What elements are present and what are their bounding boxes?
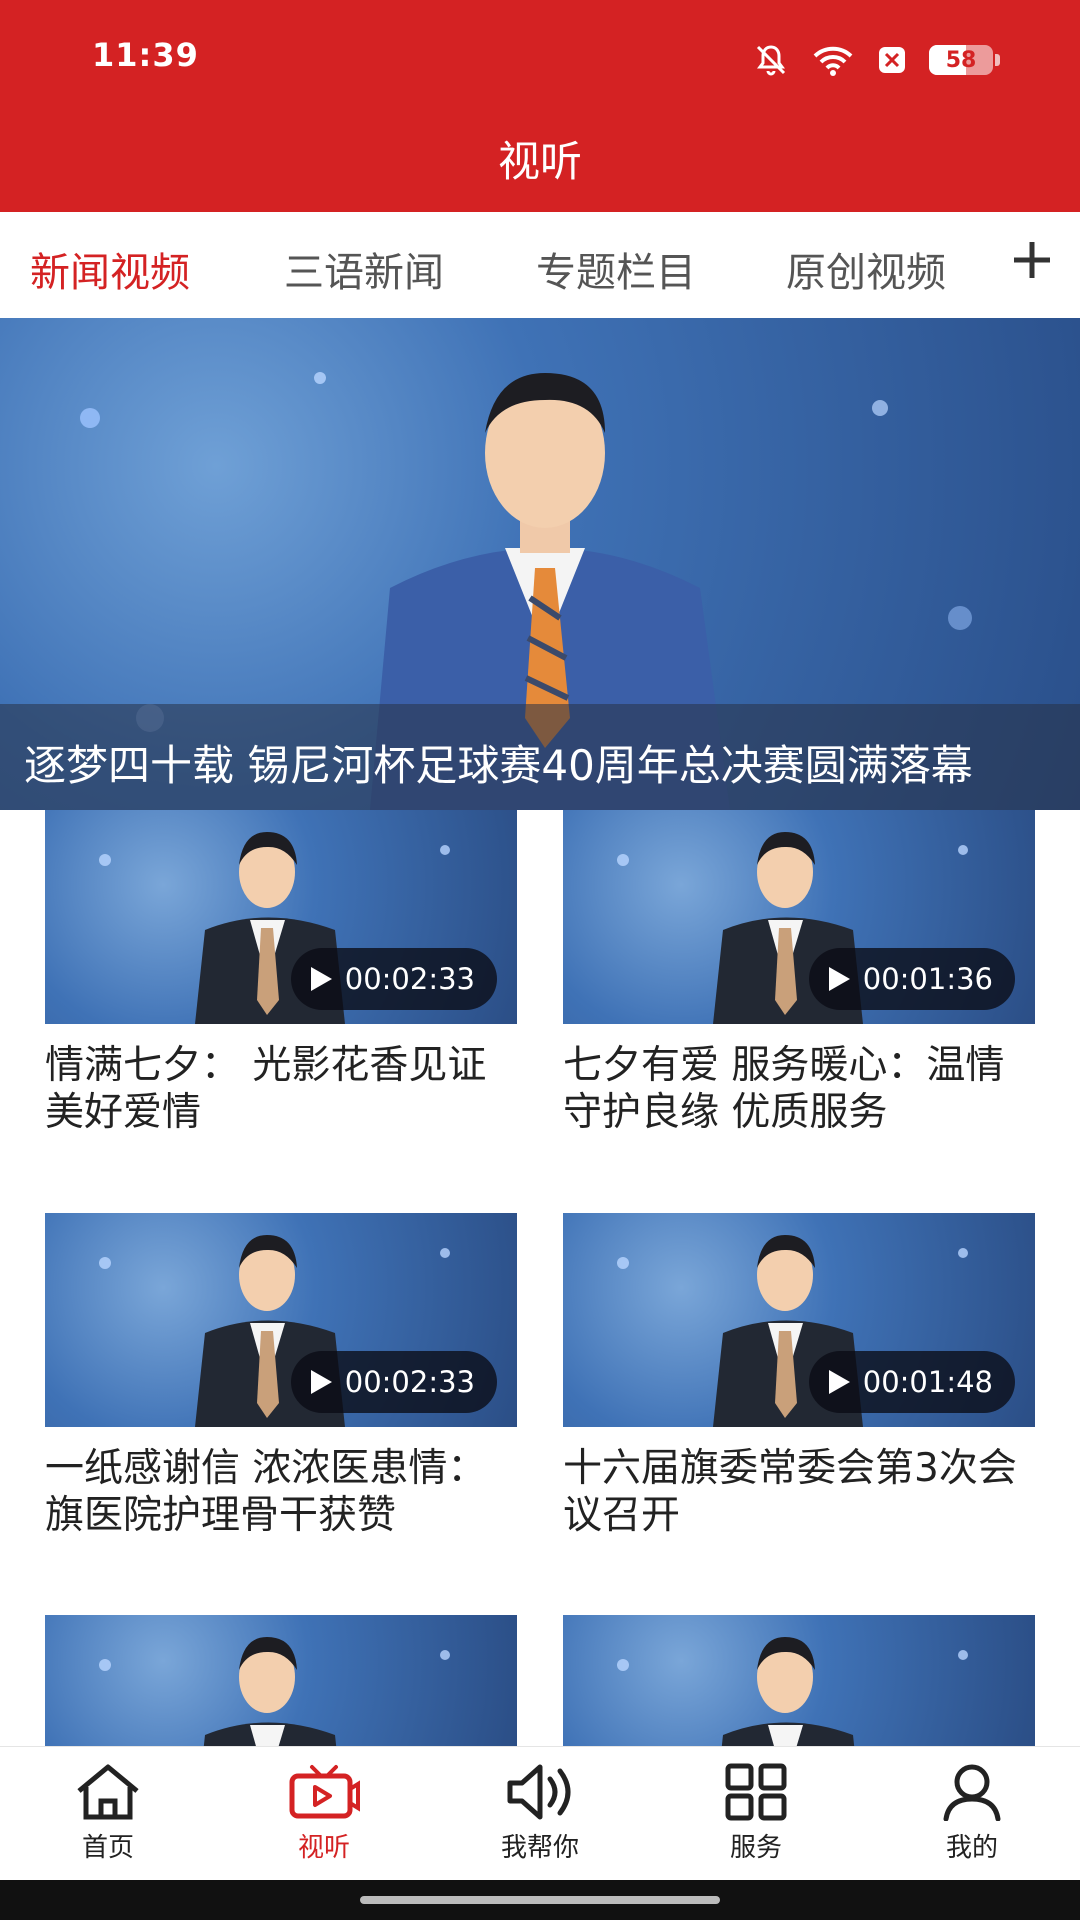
tab-news-video[interactable]: 新闻视频 (30, 240, 190, 298)
video-thumbnail[interactable] (45, 1615, 517, 1746)
status-time: 11:39 (92, 36, 199, 74)
video-thumbnail[interactable] (563, 1615, 1035, 1746)
play-icon (310, 1370, 332, 1394)
bottom-nav: 首页 视听 我帮你 服务 我的 (0, 1746, 1080, 1880)
battery-indicator: 58 (929, 45, 993, 75)
home-gesture-handle[interactable] (360, 1896, 720, 1904)
nav-label: 服务 (729, 1833, 782, 1863)
nav-help[interactable]: 我帮你 (470, 1763, 610, 1864)
wifi-icon (813, 46, 853, 76)
duration-badge: 00:01:48 (808, 1351, 1015, 1413)
app-header: 11:39 58 视听 (0, 0, 1080, 212)
duration-text: 00:01:36 (862, 962, 993, 996)
video-thumbnail[interactable]: 00:01:48 (563, 1213, 1035, 1427)
battery-level: 58 (945, 47, 977, 73)
video-tv-icon (289, 1765, 360, 1819)
anchor-image (99, 1637, 450, 1746)
video-thumbnail[interactable]: 00:02:33 (45, 1213, 517, 1427)
nav-profile[interactable]: 我的 (902, 1763, 1042, 1864)
nav-label: 我的 (945, 1833, 998, 1863)
gesture-bar (0, 1880, 1080, 1920)
tab-trilingual-news[interactable]: 三语新闻 (284, 240, 444, 298)
video-thumbnail[interactable]: 00:01:36 (563, 810, 1035, 1024)
video-card[interactable]: 00:02:33 情满七夕： 光影花香见证美好爱情 (45, 810, 517, 1136)
nav-label: 我帮你 (500, 1833, 579, 1863)
video-card[interactable]: 00:02:33 一纸感谢信 浓浓医患情：旗医院护理骨干获赞 (45, 1213, 517, 1539)
mute-bell-icon (756, 45, 786, 76)
tab-special-columns[interactable]: 专题栏目 (536, 240, 696, 298)
play-icon (828, 967, 850, 991)
duration-text: 00:01:48 (862, 1365, 993, 1399)
tab-original-video[interactable]: 原创视频 (786, 240, 962, 298)
hero-video-banner[interactable]: 逐梦四十载 锡尼河杯足球赛40周年总决赛圆满落幕 (0, 318, 1080, 810)
nav-services[interactable]: 服务 (686, 1763, 826, 1864)
duration-badge: 00:02:33 (290, 948, 497, 1010)
nav-video[interactable]: 视听 (254, 1763, 394, 1864)
video-title[interactable]: 七夕有爱 服务暖心：温情守护良缘 优质服务 (563, 1042, 1035, 1136)
plus-icon[interactable] (1012, 240, 1052, 280)
anchor-image (617, 1637, 968, 1746)
duration-badge: 00:01:36 (808, 948, 1015, 1010)
play-icon (310, 967, 332, 991)
video-title[interactable]: 情满七夕： 光影花香见证美好爱情 (45, 1042, 517, 1136)
duration-text: 00:02:33 (344, 962, 475, 996)
nav-label: 视听 (297, 1833, 350, 1863)
video-card[interactable] (45, 1615, 517, 1746)
no-sim-icon (879, 47, 905, 73)
battery-tip (995, 54, 1000, 66)
home-icon (77, 1764, 139, 1820)
video-card[interactable] (563, 1615, 1035, 1746)
page-title: 视听 (497, 137, 582, 186)
hero-caption-bar: 逐梦四十载 锡尼河杯足球赛40周年总决赛圆满落幕 (0, 704, 1080, 810)
status-icons: 58 (753, 40, 1000, 80)
video-thumbnail[interactable]: 00:02:33 (45, 810, 517, 1024)
video-title[interactable]: 十六届旗委常委会第3次会议召开 (563, 1445, 1035, 1539)
category-tabs: 新闻视频 三语新闻 专题栏目 原创视频 (0, 212, 1080, 318)
nav-home[interactable]: 首页 (38, 1763, 178, 1864)
play-icon (828, 1370, 850, 1394)
grid-icon (725, 1763, 787, 1821)
speaker-icon (507, 1764, 571, 1820)
duration-badge: 00:02:33 (290, 1351, 497, 1413)
duration-text: 00:02:33 (344, 1365, 475, 1399)
video-title[interactable]: 一纸感谢信 浓浓医患情：旗医院护理骨干获赞 (45, 1445, 517, 1539)
nav-label: 首页 (81, 1833, 134, 1863)
video-card[interactable]: 00:01:48 十六届旗委常委会第3次会议召开 (563, 1213, 1035, 1539)
video-card[interactable]: 00:01:36 七夕有爱 服务暖心：温情守护良缘 优质服务 (563, 810, 1035, 1136)
user-icon (943, 1764, 1001, 1821)
hero-caption: 逐梦四十载 锡尼河杯足球赛40周年总决赛圆满落幕 (24, 741, 973, 790)
